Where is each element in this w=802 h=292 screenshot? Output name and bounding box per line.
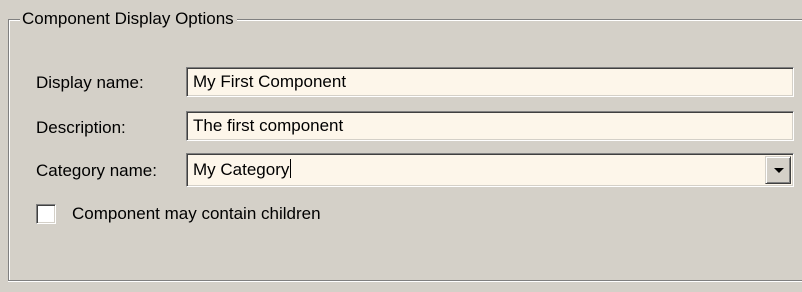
category-name-combobox[interactable]: My Category [186,153,794,187]
display-name-field[interactable]: My First Component [186,67,794,97]
category-dropdown-button[interactable] [765,156,791,184]
category-name-label: Category name: [36,161,157,180]
chevron-down-icon [774,168,784,173]
display-name-label: Display name: [36,73,144,92]
group-title: Component Display Options [20,8,237,30]
category-name-value: My Category [193,160,290,179]
category-name-input[interactable]: My Category [193,159,292,181]
component-display-options-group [8,19,802,281]
may-contain-children-checkbox[interactable] [36,204,56,224]
group-bottom-edge [8,280,802,282]
description-field[interactable]: The first component [186,111,794,141]
may-contain-children-label[interactable]: Component may contain children [72,203,321,225]
text-caret [290,159,292,178]
description-label: Description: [36,118,126,137]
